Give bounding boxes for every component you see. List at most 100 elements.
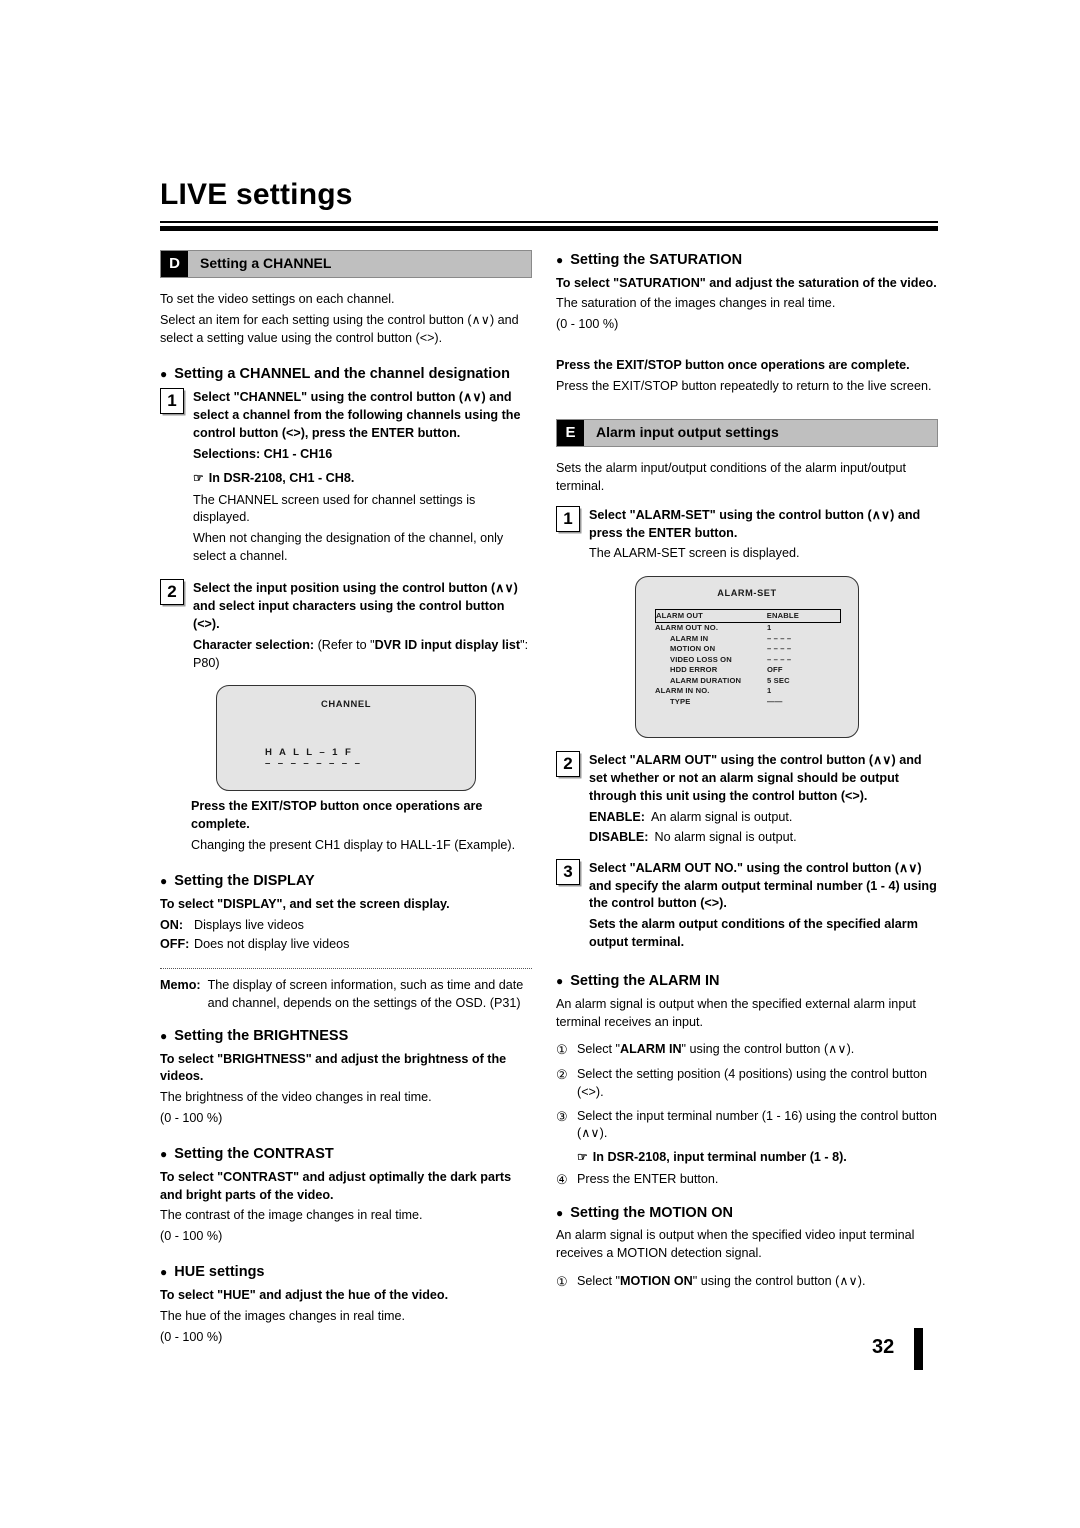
heading-contrast: ● Setting the CONTRAST [160,1144,532,1165]
osd-alarm-row: HDD ERROR OFF [655,665,841,676]
bullet-icon: ● [160,874,168,889]
step-2-char-selection: Character selection: (Refer to "DVR ID i… [193,637,532,673]
alarm-in-item-1-bold: ALARM IN [619,1042,682,1057]
alarm-in-item-3: ③ Select the input terminal number (1 - … [556,1108,938,1144]
step-2-alarm: 2 Select "ALARM OUT" using the control b… [556,751,938,848]
page-number: 32 [872,1336,895,1358]
alarm-in-item-1-text: Select "ALARM IN" using the control butt… [577,1041,938,1059]
osd-channel-underline: – – – – – – – – [265,758,363,770]
section-banner-d: D Setting a CHANNEL [160,250,532,278]
osd-alarm-row-name: ALARM OUT NO. [655,623,719,633]
heading-motion-on: ● Setting the MOTION ON [556,1203,938,1224]
osd-alarm-row-name: TYPE [670,696,691,706]
step-2-channel: 2 Select the input position using the co… [160,579,532,675]
step-body: Select "ALARM-SET" using the control but… [589,506,938,567]
osd-alarm-row: TYPE —— [655,697,841,708]
section-label-d: Setting a CHANNEL [200,255,332,272]
display-option-on-value: Displays live videos [194,917,304,932]
heading-hue: ● HUE settings [160,1262,532,1283]
motion-on-item-1-post: " using the control button (∧∨). [692,1274,866,1289]
osd-alarm-title: ALARM-SET [717,588,777,599]
display-option-off: OFF: Does not display live videos [160,936,532,954]
step-body: Select "ALARM OUT" using the control but… [589,751,938,848]
bullet-icon: ● [160,1147,168,1162]
circled-number-icon: ① [556,1274,568,1290]
alarm-section-intro: Sets the alarm input/output conditions o… [556,460,907,493]
osd-alarm-row-value: – – – – [767,633,792,643]
step-1-body-1: The CHANNEL screen used for channel sett… [193,492,476,525]
memo-label: Memo: [160,978,201,993]
contrast-lead: To select "CONTRAST" and adjust optimall… [160,1169,512,1202]
exit-note-right-body: Press the EXIT/STOP button repeatedly to… [556,379,932,394]
osd-alarm-row-name: ALARM IN NO. [655,686,710,696]
alarm-step-2-instruction: Select "ALARM OUT" using the control but… [589,753,922,804]
osd-alarm-row-value: 1 [767,623,772,633]
bullet-icon: ● [556,253,564,267]
exit-note-channel: Press the EXIT/STOP button once operatio… [160,798,532,855]
alarm-step-1-body: The ALARM-SET screen is displayed. [589,546,800,561]
alarm-step-1-instruction: Select "ALARM-SET" using the control but… [589,507,921,540]
heading-alarm-in-label: Setting the ALARM IN [570,973,720,990]
memo-block: Memo: The display of screen information,… [160,977,532,1013]
pointer-note-alarm-in: ☞ In DSR-2108, input terminal number (1 … [556,1149,938,1167]
heading-channel-designation: ● Setting a CHANNEL and the channel desi… [160,364,532,385]
alarm-in-item-1-post: " using the control button (∧∨). [681,1042,855,1057]
saturation-range: (0 - 100 %) [556,317,619,332]
osd-alarm-row-name: ALARM DURATION [670,675,742,685]
title-block: LIVE settings [160,178,938,231]
alarm-in-item-4: ④ Press the ENTER button. [556,1171,938,1189]
osd-alarm-row-name: ALARM OUT [656,610,703,620]
channel-intro-2: Select an item for each setting using th… [160,312,519,345]
step-body: Select "ALARM OUT NO." using the control… [589,859,938,955]
pointer-note-dsr2108: ☞ In DSR-2108, CH1 - CH8. [193,470,532,488]
circled-number-icon: ① [556,1042,568,1058]
osd-alarm-row-value: 1 [767,686,772,696]
display-option-on-key: ON: [160,917,184,932]
alarm-in-lead: An alarm signal is output when the speci… [556,996,916,1029]
step-body: Select the input position using the cont… [193,579,532,675]
heading-motion-on-label: Setting the MOTION ON [570,1204,733,1221]
heading-alarm-in: ● Setting the ALARM IN [556,971,938,992]
osd-alarm-row-name: MOTION ON [670,644,716,654]
alarm-out-option-enable: ENABLE: An alarm signal is output. [589,809,938,827]
step-1-channel: 1 Select "CHANNEL" using the control but… [160,388,532,569]
heading-channel-designation-label: Setting a CHANNEL and the channel design… [174,365,510,382]
hue-body: The hue of the images changes in real ti… [160,1308,406,1323]
alarm-out-enable-value: An alarm signal is output. [650,809,793,824]
heading-contrast-label: Setting the CONTRAST [174,1146,334,1163]
hue-lead: To select "HUE" and adjust the hue of th… [160,1287,449,1302]
step-number: 1 [556,505,580,532]
osd-alarm-row-value: ENABLE [766,610,799,620]
osd-alarm-row: VIDEO LOSS ON – – – – [655,655,841,666]
motion-on-lead: An alarm signal is output when the speci… [556,1228,915,1261]
alarm-in-item-4-text: Press the ENTER button. [577,1172,719,1187]
section-label-e: Alarm input output settings [596,424,779,441]
osd-alarm-row-value: – – – – [767,654,792,664]
step-1-selections: Selections: CH1 - CH16 [193,446,333,461]
bullet-icon: ● [160,366,168,381]
osd-alarm-row: ALARM OUT ENABLE [655,609,841,623]
display-lead: To select "DISPLAY", and set the screen … [160,896,450,911]
alarm-in-item-1: ① Select "ALARM IN" using the control bu… [556,1041,938,1059]
exit-note-body: Changing the present CH1 display to HALL… [191,838,516,853]
display-option-off-value: Does not display live videos [194,937,350,952]
section-letter-d: D [161,251,188,277]
circled-number-icon: ③ [556,1108,568,1124]
bullet-icon: ● [556,974,564,989]
section-letter-e: E [557,419,584,446]
alarm-in-item-2: ② Select the setting position (4 positio… [556,1066,938,1102]
contrast-range: (0 - 100 %) [160,1229,223,1244]
heading-brightness: ● Setting the BRIGHTNESS [160,1026,532,1047]
alarm-out-enable-key: ENABLE: [589,809,645,824]
channel-intro-1: To set the video settings on each channe… [160,292,395,306]
char-selection-pre: (Refer to " [314,637,375,652]
left-column: D Setting a CHANNEL To set the video set… [160,250,532,1349]
exit-note-bold: Press the EXIT/STOP button once operatio… [191,799,483,832]
memo-separator [160,968,532,970]
alarm-step-3-instruction-2: Sets the alarm output conditions of the … [589,917,918,950]
osd-alarm-row-name: VIDEO LOSS ON [670,654,732,664]
motion-on-item-1-text: Select "MOTION ON" using the control but… [577,1273,938,1291]
heading-saturation: ● Setting the SATURATION [556,250,938,271]
step-1-instruction: Select "CHANNEL" using the control butto… [193,390,521,440]
brightness-range: (0 - 100 %) [160,1111,223,1126]
